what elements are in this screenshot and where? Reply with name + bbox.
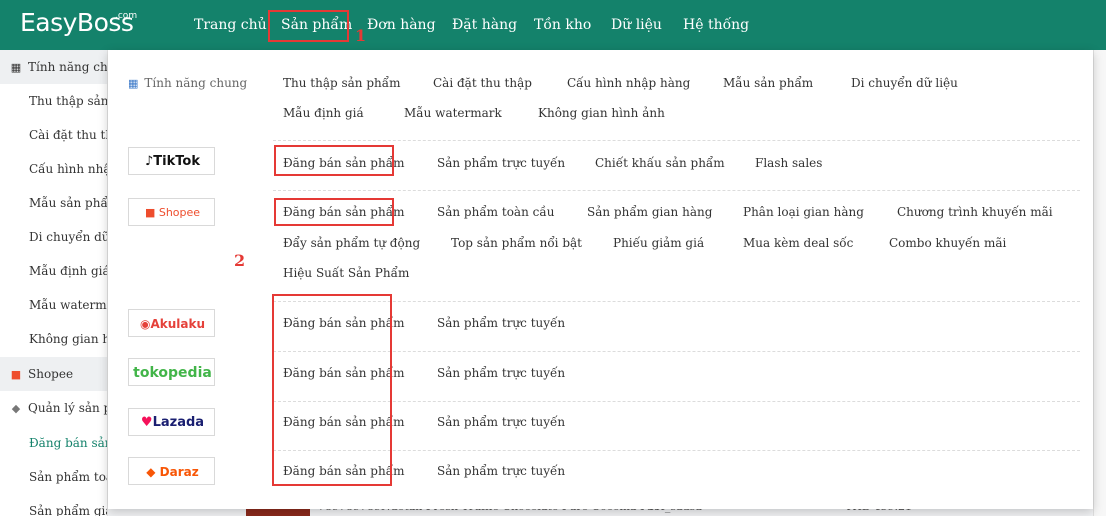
sidebar-item-label: Quản lý sản phẩm <box>28 401 107 415</box>
shopee-link-product-performance[interactable]: Hiệu Suất Sản Phẩm <box>283 266 409 280</box>
nav-inventory[interactable]: Tồn kho <box>534 0 591 50</box>
general-features-label: Tính năng chung <box>144 76 248 90</box>
akulaku-link-online-products[interactable]: Sản phẩm trực tuyến <box>437 316 565 330</box>
annotation-marker-1: 1 <box>355 26 367 45</box>
shopee-link-add-on-deals[interactable]: Mua kèm deal sốc <box>743 236 853 250</box>
tiktok-link-flash-sales[interactable]: Flash sales <box>755 156 822 170</box>
link-import-config[interactable]: Cấu hình nhập hàng <box>567 76 690 90</box>
shopee-link-vouchers[interactable]: Phiếu giảm giá <box>613 236 704 250</box>
nav-system[interactable]: Hệ thống <box>683 0 749 50</box>
brand-logo-suffix: .com <box>115 11 138 21</box>
link-data-migration[interactable]: Di chuyển dữ liệu <box>851 76 958 90</box>
tiktok-logo-text: TikTok <box>153 154 200 169</box>
separator <box>273 140 1080 141</box>
akulaku-logo: ◉Akulaku <box>128 309 215 337</box>
tiktok-logo: ♪TikTok <box>128 147 215 175</box>
nav-data[interactable]: Dữ liệu <box>611 0 662 50</box>
shopee-link-top-picks[interactable]: Top sản phẩm nổi bật <box>451 236 582 250</box>
daraz-logo-text: Daraz <box>159 465 199 479</box>
sidebar: ▦ Tính năng chung Thu thập sản phẩm Cài đ… <box>0 50 108 516</box>
general-features-title: ▦ Tính năng chung <box>128 76 247 90</box>
sidebar-item-global-products[interactable]: Sản phẩm toàn cầu <box>0 460 107 494</box>
akulaku-logo-text: Akulaku <box>150 317 206 331</box>
nav-orders[interactable]: Đơn hàng <box>367 0 436 50</box>
separator <box>273 351 1080 352</box>
daraz-logo: ◆ Daraz <box>128 457 215 485</box>
shopee-logo-text: Shopee <box>158 206 201 219</box>
link-product-templates[interactable]: Mẫu sản phẩm <box>723 76 813 90</box>
sidebar-item-label: Tính năng chung <box>28 60 108 74</box>
lazada-logo-text: Lazada <box>152 415 205 430</box>
shopee-link-bundle-deals[interactable]: Combo khuyến mãi <box>889 236 1006 250</box>
tiktok-list-product-highlight <box>274 145 394 176</box>
separator <box>273 450 1080 451</box>
shopee-link-promotions[interactable]: Chương trình khuyến mãi <box>897 205 1053 219</box>
list-product-group-highlight <box>272 294 392 486</box>
link-collect-products[interactable]: Thu thập sản phẩm <box>283 76 400 90</box>
shopee-list-product-highlight <box>274 198 394 226</box>
sidebar-group-shopee[interactable]: ■ Shopee <box>0 357 107 391</box>
sidebar-item-product-templates[interactable]: Mẫu sản phẩm <box>0 186 107 220</box>
sidebar-group-product-management[interactable]: ◆ Quản lý sản phẩm <box>0 391 107 425</box>
sidebar-group-general[interactable]: ▦ Tính năng chung <box>0 50 108 84</box>
shopee-bag-icon: ■ <box>10 368 22 381</box>
sidebar-item-import-config[interactable]: Cấu hình nhập hàng <box>0 152 107 186</box>
sidebar-item-watermark-templates[interactable]: Mẫu watermark <box>0 288 107 322</box>
sidebar-item-store-products[interactable]: Sản phẩm gian hàng <box>0 494 107 516</box>
nav-products-highlight-box <box>268 10 349 42</box>
background-panel-edge <box>1093 50 1106 516</box>
sidebar-item-label: Shopee <box>28 367 74 381</box>
daraz-link-online-products[interactable]: Sản phẩm trực tuyến <box>437 464 565 478</box>
link-image-space[interactable]: Không gian hình ảnh <box>538 106 665 120</box>
lazada-heart-icon: ♥ <box>140 415 153 430</box>
tiktok-link-product-discount[interactable]: Chiết khấu sản phẩm <box>595 156 725 170</box>
lazada-link-online-products[interactable]: Sản phẩm trực tuyến <box>437 415 565 429</box>
link-pricing-templates[interactable]: Mẫu định giá <box>283 106 364 120</box>
grid-icon: ▦ <box>10 61 22 74</box>
nav-purchasing[interactable]: Đặt hàng <box>452 0 517 50</box>
sidebar-item-image-space[interactable]: Không gian hình ảnh <box>0 322 107 356</box>
shopee-link-auto-bump[interactable]: Đẩy sản phẩm tự động <box>283 236 420 250</box>
shopee-bag-icon: ■ <box>144 206 156 219</box>
sidebar-item-collect-settings[interactable]: Cài đặt thu thập <box>0 118 107 152</box>
shopee-link-store-categories[interactable]: Phân loại gian hàng <box>743 205 864 219</box>
shopee-link-global-products[interactable]: Sản phẩm toàn cầu <box>437 205 554 219</box>
separator <box>273 401 1080 402</box>
box-icon: ◆ <box>11 402 21 415</box>
tiktok-link-online-products[interactable]: Sản phẩm trực tuyến <box>437 156 565 170</box>
sidebar-item-pricing-templates[interactable]: Mẫu định giá <box>0 254 107 288</box>
sidebar-item-data-migration[interactable]: Di chuyển dữ liệu <box>0 220 107 254</box>
grid-icon: ▦ <box>128 77 139 90</box>
shopee-link-store-products[interactable]: Sản phẩm gian hàng <box>587 205 712 219</box>
link-collect-settings[interactable]: Cài đặt thu thập <box>433 76 532 90</box>
top-navbar: EasyBoss .com Trang chủ Sản phẩm Đơn hàn… <box>0 0 1106 50</box>
shopee-logo: ■ Shopee <box>128 198 215 226</box>
akulaku-circle-icon: ◉ <box>139 317 151 331</box>
nav-home[interactable]: Trang chủ <box>194 0 267 50</box>
annotation-marker-2: 2 <box>234 251 246 270</box>
sidebar-item-list-product[interactable]: Đăng bán sản phẩm <box>0 426 107 460</box>
tokopedia-logo-text: tokopedia <box>133 365 212 381</box>
separator <box>273 190 1080 191</box>
tokopedia-link-online-products[interactable]: Sản phẩm trực tuyến <box>437 366 565 380</box>
tokopedia-logo: tokopedia <box>128 358 215 386</box>
sidebar-item-collect-products[interactable]: Thu thập sản phẩm <box>0 84 107 118</box>
lazada-logo: ♥Lazada <box>128 408 215 436</box>
link-watermark-templates[interactable]: Mẫu watermark <box>404 106 502 120</box>
separator <box>273 301 1080 302</box>
products-mega-menu: ▦ Tính năng chung Thu thập sản phẩm Cài đ… <box>108 50 1093 509</box>
daraz-bag-icon: ◆ <box>146 465 156 479</box>
